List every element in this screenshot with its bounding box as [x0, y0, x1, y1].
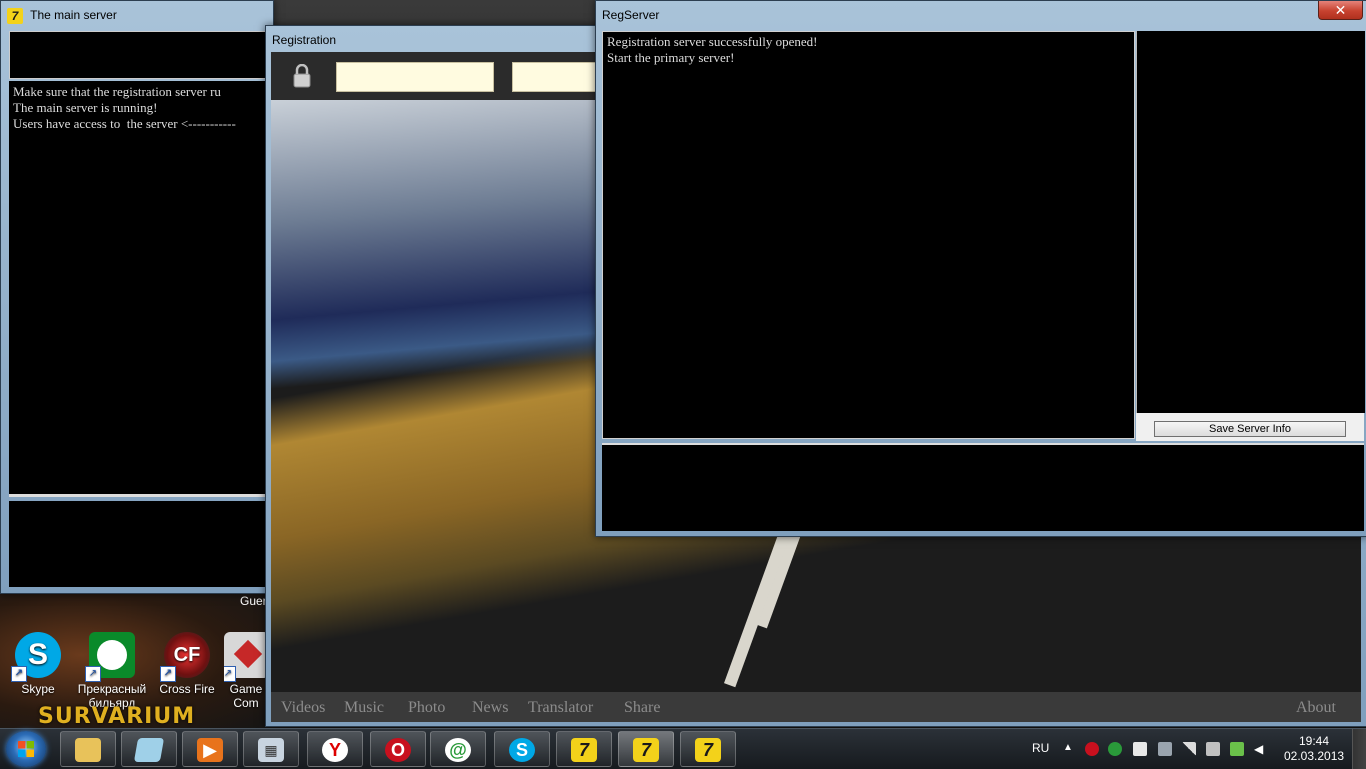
window-title: The main server [30, 8, 117, 22]
desktop-icon-label: Skype [21, 682, 55, 696]
taskbar-yandex[interactable]: Y [307, 731, 363, 767]
update-tray-icon[interactable] [1230, 742, 1244, 756]
nav-share[interactable]: Share [624, 692, 660, 722]
antivirus-tray-icon[interactable] [1133, 742, 1147, 756]
taskbar-explorer[interactable] [60, 731, 116, 767]
close-button[interactable]: ✕ [1318, 1, 1363, 20]
skype-icon: S [509, 738, 535, 762]
road-line [724, 532, 790, 688]
save-area: Save Server Info [1136, 413, 1364, 441]
show-hidden-icons-icon[interactable]: ▲ [1063, 742, 1077, 756]
log-line: Registration server successfully opened! [607, 34, 818, 49]
taskbar-notes[interactable] [121, 731, 177, 767]
main-server-log: Make sure that the registration server r… [9, 81, 267, 497]
nav-music[interactable]: Music [344, 692, 384, 722]
taskbar-opera[interactable]: O [370, 731, 426, 767]
crossfire-icon: CF ↗ [160, 632, 210, 682]
yandex-icon: Y [322, 738, 348, 762]
taskbar-skype[interactable]: S [494, 731, 550, 767]
taskbar-media-player[interactable]: ▶ [182, 731, 238, 767]
opera-icon: O [385, 738, 411, 762]
media-player-icon: ▶ [197, 738, 223, 762]
windows-logo-icon [18, 741, 34, 757]
login-field[interactable] [336, 62, 494, 92]
desktop-icon-game-center[interactable]: ↗ Game Com [224, 632, 268, 710]
main-server-window: 7 The main server Make sure that the reg… [0, 0, 274, 594]
app-icon: 7 [7, 7, 23, 24]
regserver-bottom-panel[interactable] [602, 443, 1364, 531]
mail-agent-icon: @ [445, 738, 471, 762]
skype-icon: S ↗ [11, 632, 61, 682]
device-tray-icon[interactable] [1206, 742, 1220, 756]
nav-photo[interactable]: Photo [408, 692, 445, 722]
billiards-icon: ↗ [85, 632, 135, 682]
folder-icon [75, 738, 101, 762]
clock[interactable]: 19:44 02.03.2013 [1284, 734, 1344, 764]
lock-icon[interactable] [291, 64, 313, 88]
main-server-input-area[interactable] [9, 31, 269, 79]
survarium-logo: SURVARIUM [38, 704, 196, 729]
regserver-log: Registration server successfully opened!… [602, 31, 1135, 439]
opera-tray-icon[interactable] [1085, 742, 1099, 756]
guest-label: Guer [240, 594, 267, 608]
show-desktop-button[interactable] [1352, 729, 1366, 769]
server-app-icon: 7 [695, 738, 721, 762]
save-server-info-button[interactable]: Save Server Info [1154, 421, 1346, 437]
taskbar: ▶ ▦ Y O @ S 7 7 7 RU ▲ ◀ 19:44 02.03.201… [0, 728, 1366, 769]
desktop-icon-skype[interactable]: S ↗ Skype [0, 632, 76, 696]
taskbar-calculator[interactable]: ▦ [243, 731, 299, 767]
registration-nav: Videos Music Photo News Translator Share… [271, 692, 1361, 722]
signal-tray-icon[interactable] [1182, 742, 1196, 756]
desktop-icon-crossfire[interactable]: CF ↗ Cross Fire [149, 632, 225, 696]
volume-icon[interactable]: ◀ [1254, 742, 1268, 756]
clock-time: 19:44 [1298, 734, 1330, 748]
taskbar-server-app[interactable]: 7 [556, 731, 612, 767]
server-app-icon: 7 [571, 738, 597, 762]
language-indicator[interactable]: RU [1032, 741, 1049, 755]
calculator-icon: ▦ [258, 738, 284, 762]
regserver-titlebar[interactable]: RegServer [596, 1, 1366, 29]
window-title: Registration [272, 33, 337, 47]
log-line: Start the primary server! [607, 50, 735, 65]
main-server-bottom-panel[interactable] [9, 501, 267, 587]
taskbar-mail-agent[interactable]: @ [430, 731, 486, 767]
desktop-icon-billiards[interactable]: ↗ Прекрасный бильярд [74, 632, 150, 710]
nav-news[interactable]: News [472, 692, 508, 722]
mail-agent-tray-icon[interactable] [1108, 742, 1122, 756]
game-center-icon: ↗ [224, 632, 268, 682]
desktop-icon-label: Cross Fire [159, 682, 215, 696]
notes-icon [133, 738, 165, 762]
main-server-titlebar[interactable]: 7 The main server [1, 1, 273, 29]
window-title: RegServer [602, 8, 660, 22]
desktop-icon-label: Game Com [229, 682, 263, 710]
nav-videos[interactable]: Videos [281, 692, 325, 722]
nav-about[interactable]: About [1296, 692, 1336, 722]
taskbar-server-app[interactable]: 7 [680, 731, 736, 767]
server-app-icon: 7 [633, 738, 659, 762]
close-icon: ✕ [1334, 2, 1347, 18]
display-tray-icon[interactable] [1158, 742, 1172, 756]
start-button[interactable] [6, 731, 46, 767]
taskbar-server-app[interactable]: 7 [618, 731, 674, 767]
regserver-window: RegServer ✕ Registration server successf… [595, 0, 1366, 537]
clock-date: 02.03.2013 [1284, 749, 1345, 763]
nav-translator[interactable]: Translator [528, 692, 593, 722]
regserver-side-panel [1136, 31, 1365, 413]
